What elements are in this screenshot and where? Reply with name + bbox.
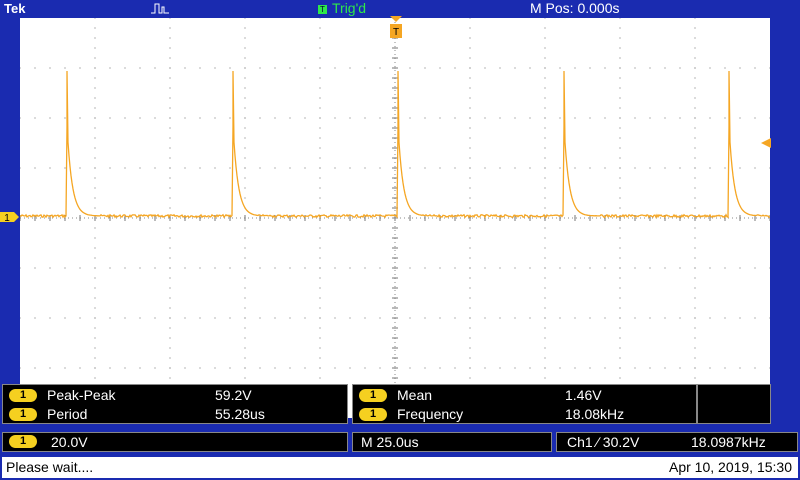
trigger-status-text: Trig'd	[332, 0, 367, 16]
status-bar: Please wait.... Apr 10, 2019, 15:30	[0, 455, 800, 480]
horizontal-position: M Pos: 0.000s	[530, 0, 620, 16]
measurement-panel-empty	[697, 384, 771, 424]
svg-text:T: T	[393, 27, 399, 38]
trigger-level-icon[interactable]	[760, 137, 772, 149]
measurement-value: 1.46V	[565, 387, 602, 403]
measurement-frequency[interactable]: 1 Frequency 18.08kHz	[353, 405, 696, 424]
measurement-value: 59.2V	[215, 387, 252, 403]
measurement-label: Mean	[397, 387, 433, 403]
measurement-label: Period	[47, 406, 88, 422]
measurement-value: 55.28us	[215, 406, 265, 422]
measurement-value: 18.08kHz	[565, 406, 625, 422]
trigger-frequency: 18.0987kHz	[691, 434, 766, 450]
waveform-display[interactable]	[20, 18, 770, 418]
trigger-position-marker-icon[interactable]: T	[388, 16, 404, 40]
measurement-panel-left: 1 Peak-Peak 59.2V 1 Period 55.28us	[2, 384, 348, 424]
graticule-grid	[20, 18, 770, 418]
measurement-label: Peak-Peak	[47, 387, 116, 403]
channel-ground-icon[interactable]: 1	[0, 210, 20, 224]
brand-label: Tek	[4, 1, 26, 16]
measurement-mean[interactable]: 1 Mean 1.46V	[353, 386, 696, 405]
measurement-peak-peak[interactable]: 1 Peak-Peak 59.2V	[3, 386, 347, 405]
date-time: Apr 10, 2019, 15:30	[669, 459, 792, 475]
measurement-label: Frequency	[397, 406, 464, 422]
acquisition-icon	[151, 3, 169, 14]
channel-badge: 1	[359, 408, 387, 421]
channel-1-trace	[20, 70, 770, 219]
measurement-panel-right: 1 Mean 1.46V 1 Frequency 18.08kHz	[352, 384, 697, 424]
channel-badge: 1	[9, 389, 37, 402]
volts-per-div: 20.0V	[51, 434, 88, 450]
status-message: Please wait....	[6, 459, 94, 475]
channel-badge: 1	[359, 389, 387, 402]
trigger-source-level: Ch1 ∕ 30.2V	[567, 434, 640, 450]
channel-badge: 1	[9, 408, 37, 421]
trigger-readout[interactable]: Ch1 ∕ 30.2V 18.0987kHz	[556, 432, 798, 452]
channel-badge: 1	[9, 435, 37, 448]
svg-text:1: 1	[4, 213, 10, 224]
trigger-status: T Trig'd	[318, 0, 366, 16]
channel-scale-readout[interactable]: 1 20.0V	[2, 432, 348, 452]
timebase-readout[interactable]: M 25.0us	[352, 432, 552, 452]
trigger-status-icon: T	[318, 5, 327, 14]
time-per-div: M 25.0us	[361, 434, 419, 450]
measurement-period[interactable]: 1 Period 55.28us	[3, 405, 347, 424]
